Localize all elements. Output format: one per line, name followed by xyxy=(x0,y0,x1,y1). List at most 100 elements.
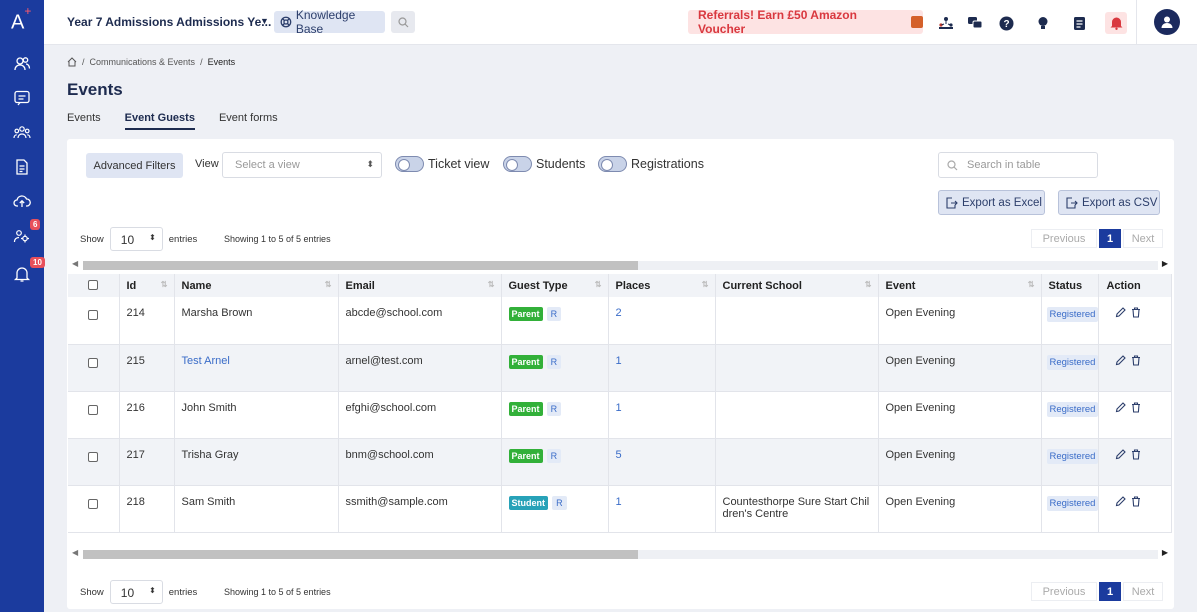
places-link[interactable]: 1 xyxy=(616,355,622,367)
scrollbar-thumb[interactable] xyxy=(83,261,638,270)
col-email[interactable]: Email ⇅ xyxy=(338,274,502,297)
edit-icon[interactable] xyxy=(1115,495,1127,507)
cloud-upload-icon[interactable] xyxy=(0,189,44,213)
event-guests-table: Id ⇅ Name ⇅ Email ⇅ Guest Type ⇅ Places ⇅ Cur… xyxy=(68,274,1173,533)
places-link[interactable]: 1 xyxy=(616,496,622,508)
alert-bell-icon[interactable] xyxy=(1105,12,1127,34)
document-icon[interactable] xyxy=(0,155,44,179)
scrollbar-thumb[interactable] xyxy=(83,550,638,559)
guest-name[interactable]: Trisha Gray xyxy=(182,449,239,461)
horizontal-scrollbar-bottom[interactable]: ◀ ▶ xyxy=(67,547,1174,561)
app-logo[interactable]: A+ xyxy=(11,4,31,35)
guest-name[interactable]: Test Arnel xyxy=(182,355,230,367)
home-icon[interactable] xyxy=(67,57,77,67)
project-selector[interactable]: Year 7 Admissions Admissions Ye... xyxy=(67,15,271,29)
cell-event: Open Evening xyxy=(878,391,1042,439)
guest-name[interactable]: Marsha Brown xyxy=(182,307,253,319)
school-line-1: Countesthorpe Sure Start Chil xyxy=(722,495,870,508)
previous-button[interactable]: Previous xyxy=(1031,582,1097,601)
registrations-switch[interactable] xyxy=(598,156,627,172)
trash-icon[interactable] xyxy=(1131,354,1141,366)
col-id[interactable]: Id ⇅ xyxy=(119,274,175,297)
lightbulb-icon[interactable] xyxy=(1032,12,1054,34)
status-badge: Registered xyxy=(1046,354,1099,370)
students-toggle[interactable]: Students xyxy=(503,156,585,172)
scroll-right-icon[interactable]: ▶ xyxy=(1162,259,1168,268)
chevron-down-icon[interactable]: ▼ xyxy=(260,16,269,26)
trash-icon[interactable] xyxy=(1131,448,1141,460)
cell-action xyxy=(1098,485,1173,533)
knowledge-base-button[interactable]: Knowledge Base xyxy=(274,8,385,36)
table-search-input[interactable]: Search in table xyxy=(938,152,1098,178)
notes-icon[interactable] xyxy=(1068,12,1090,34)
select-all-checkbox[interactable] xyxy=(88,280,98,290)
users-icon[interactable] xyxy=(0,52,44,76)
row-checkbox[interactable] xyxy=(88,310,98,320)
page-1-button[interactable]: 1 xyxy=(1099,229,1121,248)
referral-banner[interactable]: Referrals! Earn £50 Amazon Voucher xyxy=(688,8,923,36)
col-name[interactable]: Name ⇅ xyxy=(174,274,339,297)
row-checkbox[interactable] xyxy=(88,357,98,368)
horizontal-scrollbar-top[interactable]: ◀ ▶ xyxy=(67,258,1174,272)
ticket-view-toggle[interactable]: Ticket view xyxy=(395,156,489,172)
next-button[interactable]: Next xyxy=(1123,229,1163,248)
col-event[interactable]: Event ⇅ xyxy=(878,274,1042,297)
previous-button[interactable]: Previous xyxy=(1031,229,1097,248)
students-switch[interactable] xyxy=(503,156,532,172)
global-search-button[interactable] xyxy=(391,11,415,33)
chat-icon[interactable] xyxy=(0,86,44,110)
export-excel-button[interactable]: Export as Excel xyxy=(938,190,1045,215)
notification-bell-icon[interactable]: 10 xyxy=(0,257,45,286)
edit-icon[interactable] xyxy=(1115,448,1127,460)
row-select-cell xyxy=(68,391,120,439)
advanced-filters-button[interactable]: Advanced Filters xyxy=(86,153,183,178)
row-checkbox[interactable] xyxy=(88,404,98,415)
edit-icon[interactable] xyxy=(1115,354,1127,366)
edit-icon[interactable] xyxy=(1115,307,1127,318)
registrations-toggle[interactable]: Registrations xyxy=(598,156,704,172)
cell-name: Marsha Brown xyxy=(174,297,339,345)
messages-icon[interactable] xyxy=(964,12,986,34)
entries-select[interactable]: 10 ⬍ xyxy=(109,227,163,251)
view-select[interactable]: Select a view ⬍ xyxy=(222,152,382,178)
scroll-left-icon[interactable]: ◀ xyxy=(72,548,78,557)
cell-id: 214 xyxy=(119,297,175,345)
select-all-cell xyxy=(68,274,120,297)
edit-icon[interactable] xyxy=(1115,401,1127,413)
entries-select[interactable]: 10 ⬍ xyxy=(109,580,163,604)
col-status[interactable]: Status xyxy=(1041,274,1100,297)
page-1-button[interactable]: 1 xyxy=(1099,582,1121,601)
group-settings-icon[interactable]: 6 xyxy=(0,219,44,248)
scroll-right-icon[interactable]: ▶ xyxy=(1162,548,1168,557)
places-link[interactable]: 5 xyxy=(616,449,622,461)
scroll-left-icon[interactable]: ◀ xyxy=(72,259,78,268)
row-checkbox[interactable] xyxy=(88,451,98,462)
places-link[interactable]: 2 xyxy=(616,307,622,319)
table-search-placeholder: Search in table xyxy=(967,159,1041,171)
guest-name[interactable]: John Smith xyxy=(182,402,237,414)
guest-name[interactable]: Sam Smith xyxy=(182,496,236,508)
breadcrumb-parent[interactable]: Communications & Events xyxy=(90,57,196,67)
next-button[interactable]: Next xyxy=(1123,582,1163,601)
col-places[interactable]: Places ⇅ xyxy=(608,274,716,297)
tab-event-forms[interactable]: Event forms xyxy=(219,112,278,130)
ticket-view-switch[interactable] xyxy=(395,156,424,172)
table-header-row: Id ⇅ Name ⇅ Email ⇅ Guest Type ⇅ Places ⇅ Cur… xyxy=(68,274,1173,297)
col-guest-type[interactable]: Guest Type ⇅ xyxy=(501,274,609,297)
tab-event-guests[interactable]: Event Guests xyxy=(124,112,195,130)
trash-icon[interactable] xyxy=(1131,401,1141,413)
places-link[interactable]: 1 xyxy=(616,402,622,414)
group-icon[interactable] xyxy=(0,120,44,144)
row-checkbox[interactable] xyxy=(88,498,98,509)
trash-icon[interactable] xyxy=(1131,307,1141,318)
export-csv-button[interactable]: Export as CSV xyxy=(1058,190,1160,215)
help-icon[interactable]: ? xyxy=(995,12,1017,34)
tab-events[interactable]: Events xyxy=(67,112,101,130)
user-avatar[interactable] xyxy=(1154,9,1180,35)
sort-icon: ⇅ xyxy=(1027,280,1035,289)
cell-event: Open Evening xyxy=(878,297,1042,345)
col-current-school[interactable]: Current School ⇅ xyxy=(715,274,879,297)
cell-places: 1 xyxy=(608,391,716,439)
people-network-icon[interactable] xyxy=(935,12,957,34)
trash-icon[interactable] xyxy=(1131,495,1141,507)
